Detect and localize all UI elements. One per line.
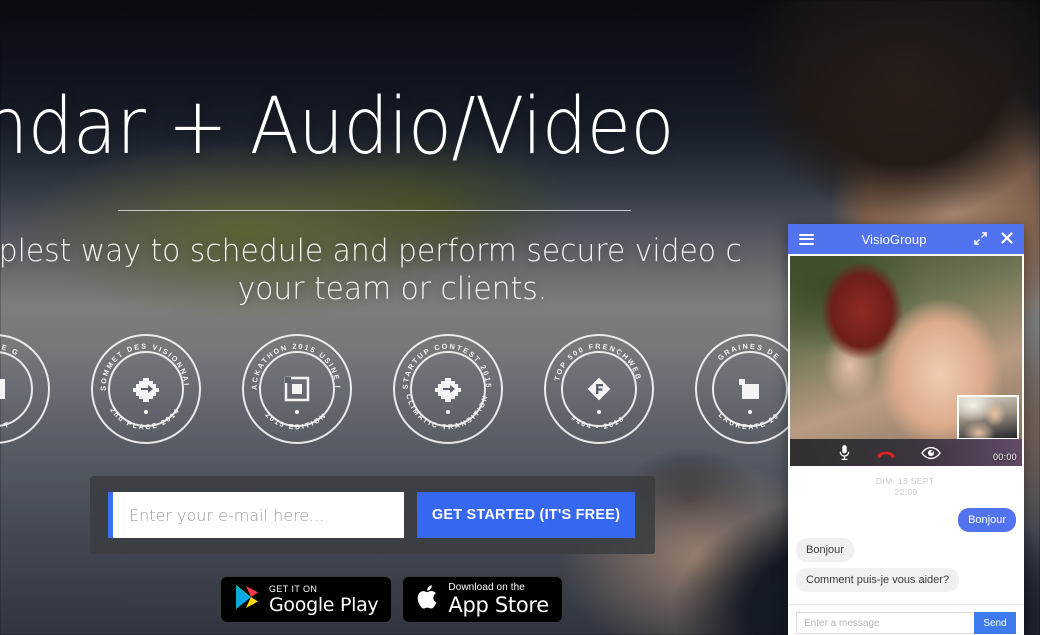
email-input[interactable]: [108, 492, 404, 538]
badge-bottom-label: 2nd PLACE 2014: [108, 407, 180, 432]
badge-arc-text: TOP 500 FRENCHWEB #464 - 2016: [552, 342, 643, 432]
chat-message-row: Bonjour: [796, 538, 1016, 562]
send-button[interactable]: Send: [974, 612, 1016, 634]
google-play-label: GET IT ON Google Play: [269, 583, 379, 616]
badge-top-label: TOP 500 FRENCHWEB: [552, 342, 641, 382]
hero-subtitle-line2: your team or clients.: [237, 271, 548, 307]
chat-bubble-outgoing: Bonjour: [958, 508, 1016, 532]
award-badge: HACKATHON 2015 USINE IO 2015 EDITION: [241, 333, 352, 444]
google-play-small-text: GET IT ON: [269, 583, 318, 594]
badge-bottom-label: L I S T: [0, 421, 10, 431]
svg-text:LE SOMMET DES VISIONNAIRES: LE SOMMET DES VISIONNAIRES: [90, 333, 191, 391]
badge-bottom-label: 2015 EDITION: [264, 412, 327, 432]
eye-icon[interactable]: [921, 446, 941, 460]
award-badge: TOP 500 FRENCHWEB #464 - 2016: [544, 334, 654, 444]
visio-widget: VisioGroup 00:00 DIM. 18 SEPT. 22:09 Bon…: [788, 224, 1024, 635]
call-timer: 00:00: [992, 452, 1017, 462]
svg-text:TOP 500 FRENCHWEB: TOP 500 FRENCHWEB: [552, 342, 643, 382]
badge-arc-text: A R S E G L I S T: [0, 342, 21, 432]
chat-input-area: Send: [788, 604, 1024, 635]
svg-text:LAUREATE 20: LAUREATE 20: [717, 412, 782, 431]
badge-top-label: GRAINES DE: [716, 342, 781, 363]
award-badge: A R S E G L I S T: [0, 334, 50, 444]
widget-title: VisioGroup: [861, 231, 927, 247]
google-play-big-text: Google Play: [269, 593, 379, 616]
hero-section: alendar + Audio/Video e simplest way to …: [0, 0, 790, 308]
hangup-phone-icon[interactable]: [876, 447, 896, 459]
page-title: alendar + Audio/Video: [0, 82, 674, 172]
app-store-label: Download on the App Store: [448, 583, 549, 616]
page-root: alendar + Audio/Video e simplest way to …: [0, 0, 1040, 635]
chat-message-row: Comment puis-je vous aider?: [796, 568, 1016, 592]
svg-text:#464 - 2016: #464 - 2016: [569, 415, 626, 431]
svg-text:STARTUP CONTEST 2015: STARTUP CONTEST 2015: [401, 342, 494, 390]
hamburger-icon[interactable]: [799, 231, 814, 247]
award-badge: LE SOMMET DES VISIONNAIRES 2nd PLACE 201…: [90, 333, 201, 444]
chat-message-input[interactable]: [796, 612, 974, 634]
badge-top-label: STARTUP CONTEST 2015: [401, 342, 492, 390]
close-icon[interactable]: [1001, 231, 1013, 247]
svg-text:L I S T: L I S T: [0, 421, 12, 431]
chat-message-list: DIM. 18 SEPT. 22:09 Bonjour Bonjour Comm…: [788, 466, 1024, 604]
chat-timestamp-time: 22:09: [894, 487, 918, 497]
badge-bottom-label: CLIMATIC TRANSITION: [404, 394, 488, 432]
app-store-small-text: Download on the: [448, 582, 525, 593]
hero-subtitle: e simplest way to schedule and perform s…: [0, 232, 772, 308]
video-call-area: 00:00: [790, 256, 1022, 466]
badge-arc-text: LE SOMMET DES VISIONNAIRES 2nd PLACE 201…: [90, 333, 191, 432]
svg-text:A R S E G: A R S E G: [0, 342, 21, 358]
widget-header: VisioGroup: [788, 224, 1024, 254]
get-started-button[interactable]: GET STARTED (IT'S FREE): [417, 492, 635, 538]
chat-timestamp: DIM. 18 SEPT. 22:09: [796, 476, 1016, 498]
microphone-icon[interactable]: [838, 444, 851, 461]
svg-text:CLIMATIC TRANSITION: CLIMATIC TRANSITION: [404, 394, 490, 432]
hero-subtitle-line1: e simplest way to schedule and perform s…: [0, 233, 742, 269]
google-play-icon: [234, 583, 260, 616]
svg-text:GRAINES DE: GRAINES DE: [716, 342, 783, 363]
badge-bottom-label: #464 - 2016: [569, 415, 624, 431]
expand-icon[interactable]: [974, 231, 987, 247]
hero-divider: [118, 210, 631, 211]
chat-timestamp-date: DIM. 18 SEPT.: [875, 476, 937, 486]
app-store-big-text: App Store: [448, 593, 549, 617]
svg-text:2015 EDITION: 2015 EDITION: [264, 412, 329, 432]
badge-top-label: LE SOMMET DES VISIONNAIRES: [90, 333, 189, 391]
email-signup-form: GET STARTED (IT'S FREE): [90, 476, 655, 554]
award-badge: STARTUP CONTEST 2015 CLIMATIC TRANSITION: [393, 334, 503, 444]
apple-icon: [416, 583, 439, 616]
badge-bottom-label: LAUREATE 20: [717, 412, 780, 431]
badge-arc-text: STARTUP CONTEST 2015 CLIMATIC TRANSITION: [401, 342, 494, 432]
award-badges-row: A R S E G L I S T LE SOMMET DES VISIONNA…: [0, 333, 840, 444]
chat-message-row: Bonjour: [796, 508, 1016, 532]
svg-text:2nd PLACE 2014: 2nd PLACE 2014: [108, 407, 182, 432]
badge-top-label: A R S E G: [0, 342, 19, 358]
app-store-badges: GET IT ON Google Play Download on the Ap…: [220, 576, 563, 623]
app-store-button[interactable]: Download on the App Store: [402, 576, 563, 623]
badge-arc-text: HACKATHON 2015 USINE IO 2015 EDITION: [241, 333, 342, 432]
chat-bubble-incoming: Comment puis-je vous aider?: [796, 568, 960, 592]
badge-top-label: HACKATHON 2015 USINE IO: [241, 333, 340, 390]
chat-bubble-incoming: Bonjour: [796, 538, 854, 562]
svg-text:HACKATHON 2015 USINE IO: HACKATHON 2015 USINE IO: [241, 333, 342, 390]
self-view-thumbnail[interactable]: [957, 395, 1019, 440]
call-controls-bar: [790, 439, 1022, 466]
google-play-button[interactable]: GET IT ON Google Play: [220, 576, 393, 623]
